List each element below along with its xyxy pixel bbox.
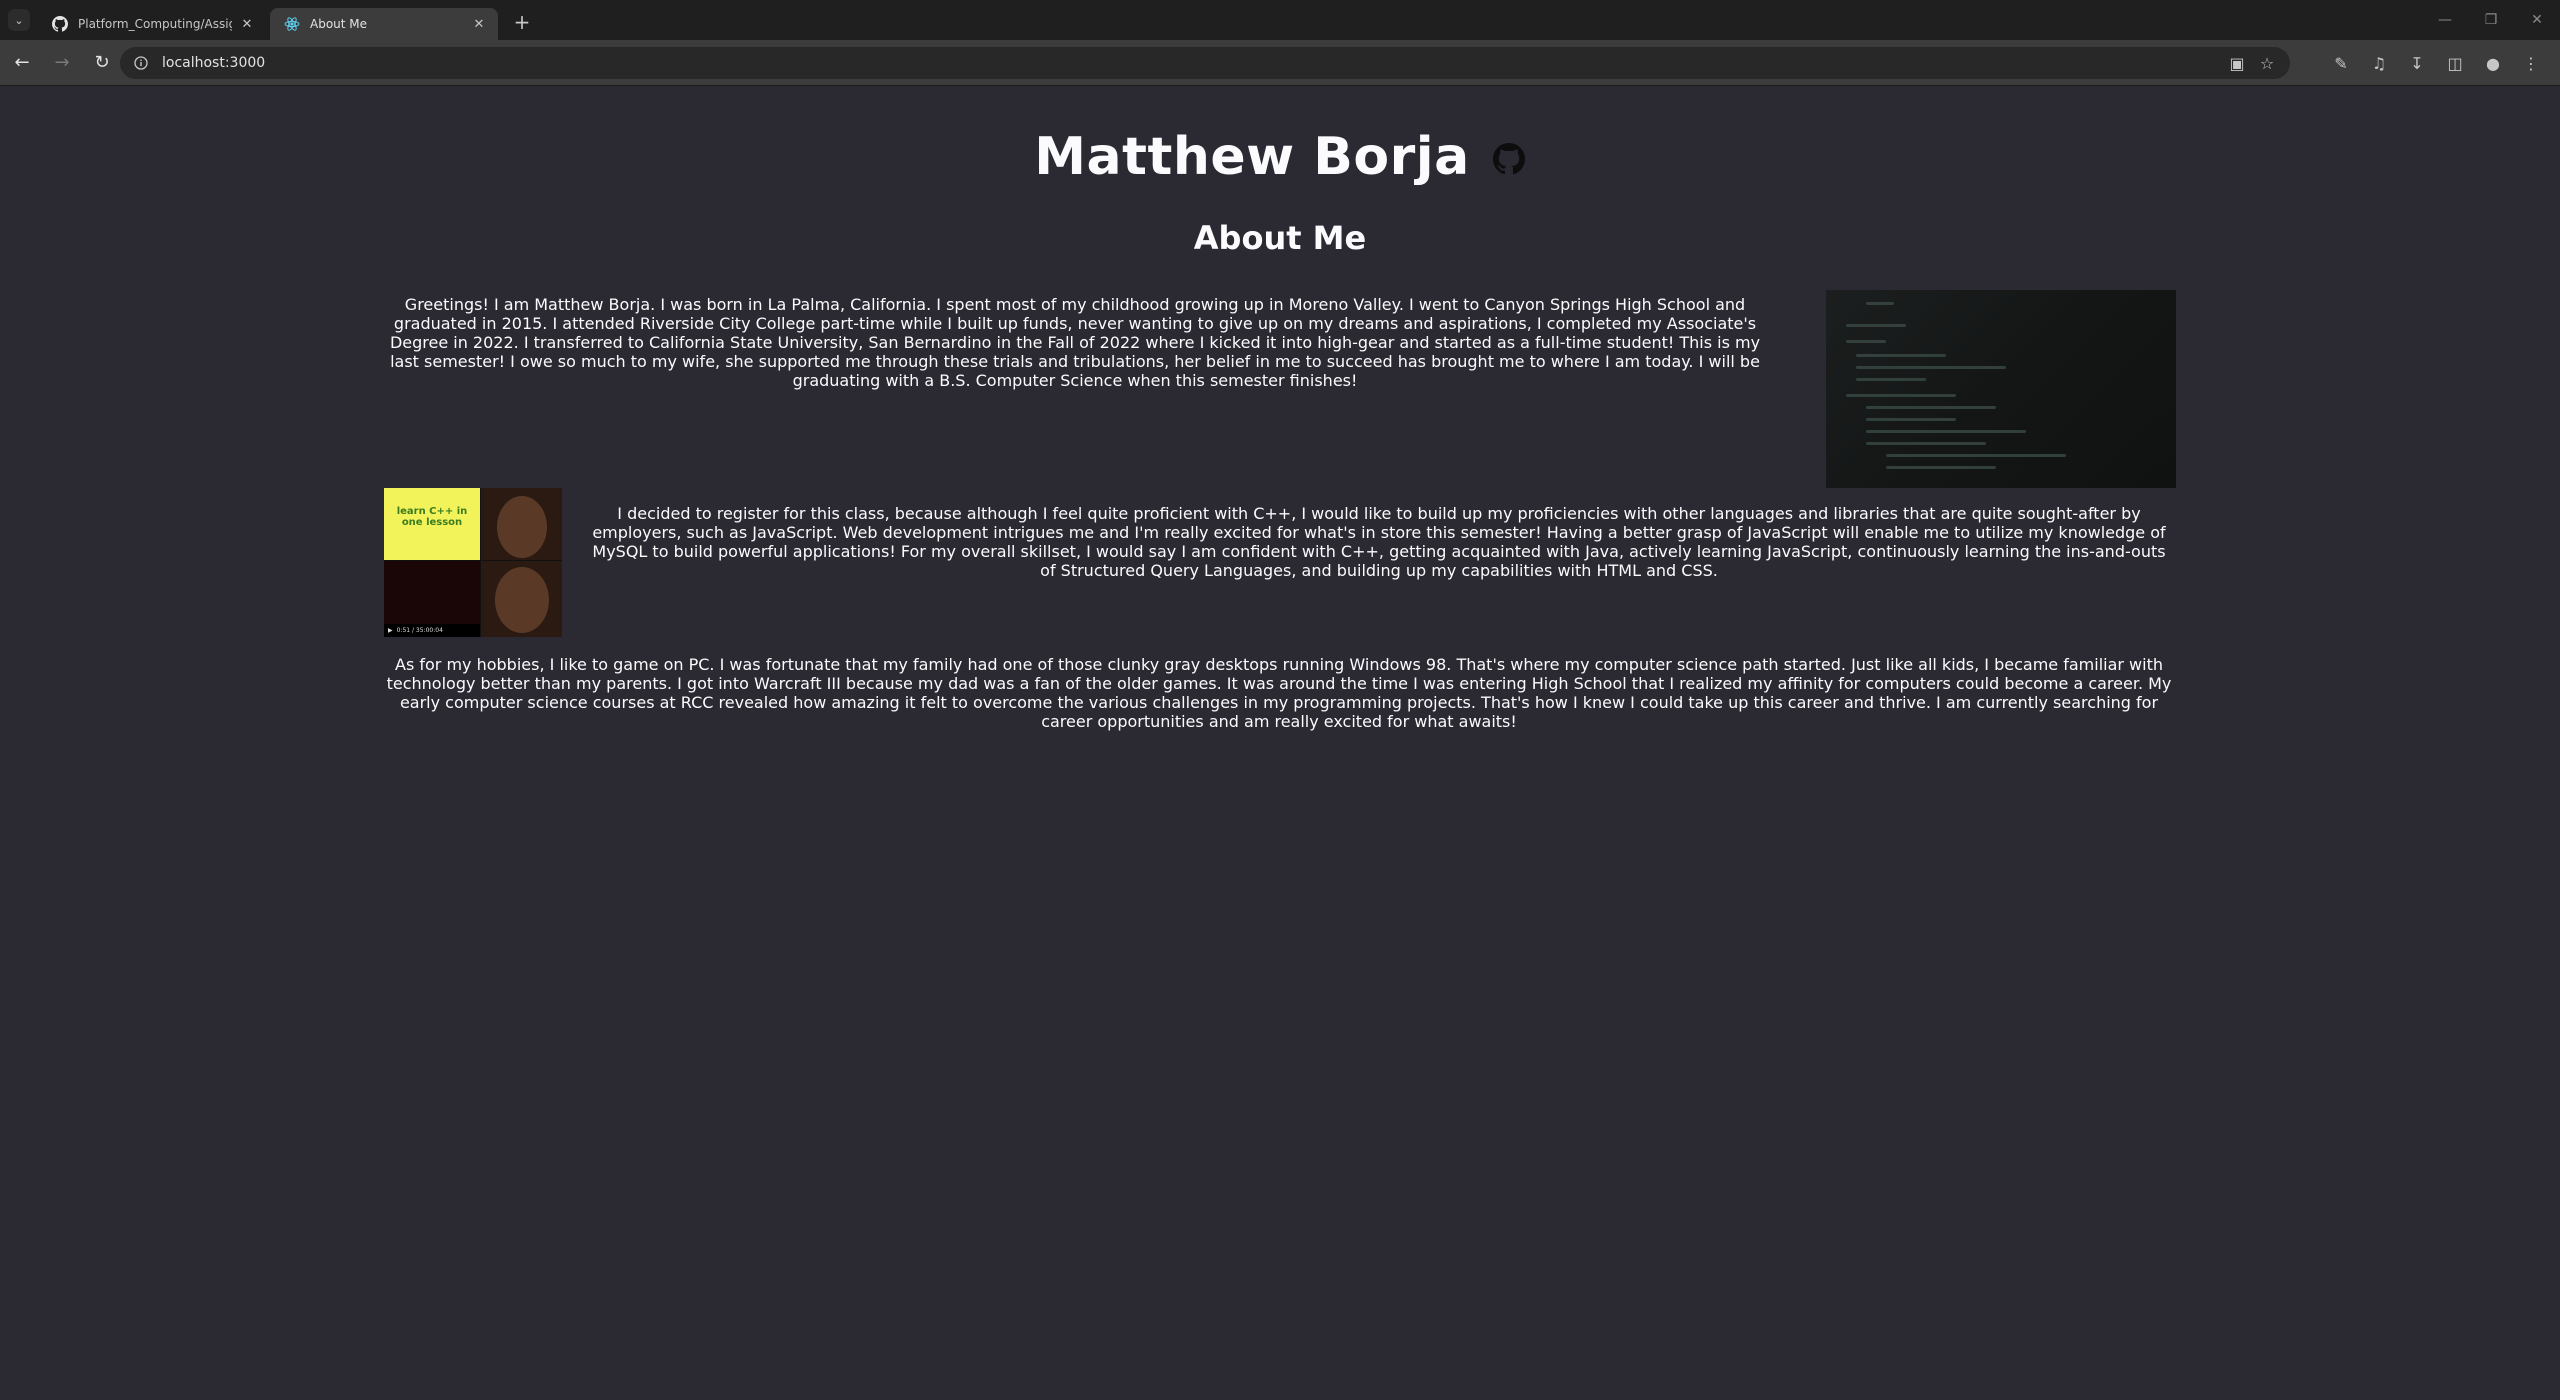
arrow-left-icon: ←	[14, 52, 30, 73]
plus-icon: +	[513, 10, 531, 34]
tab-title: Platform_Computing/Assignme	[78, 17, 232, 31]
omnibox-actions: ▣ ☆	[2222, 49, 2282, 77]
restore-icon[interactable]: ❐	[2468, 0, 2514, 40]
react-icon	[284, 16, 300, 32]
hobbies-paragraph: As for my hobbies, I like to game on PC.…	[386, 655, 2172, 731]
side-panel-icon[interactable]: ◫	[2436, 47, 2474, 79]
bookmark-star-icon[interactable]: ☆	[2252, 49, 2282, 77]
page-header: Matthew Borja	[0, 127, 2560, 187]
tab-github[interactable]: Platform_Computing/Assignme ✕	[38, 8, 266, 40]
forward-button[interactable]: →	[44, 45, 80, 81]
toolbar-actions: ✎ ♫ ↧ ◫ ● ⋮	[2322, 47, 2550, 79]
meme-panel	[481, 561, 562, 637]
chevron-down-icon: ⌄	[14, 13, 24, 27]
window-controls: — ❐ ✕	[2422, 0, 2560, 40]
reload-button[interactable]: ↻	[84, 45, 120, 81]
extensions-icon[interactable]: ✎	[2322, 47, 2360, 79]
bio-paragraph: Greetings! I am Matthew Borja. I was bor…	[389, 295, 1761, 390]
page-title: Matthew Borja	[1034, 127, 1470, 187]
tab-strip: ⌄ Platform_Computing/Assignme ✕ About Me…	[0, 0, 2560, 40]
close-icon[interactable]: ✕	[238, 15, 256, 33]
download-icon[interactable]: ↧	[2398, 47, 2436, 79]
install-app-icon[interactable]: ▣	[2222, 49, 2252, 77]
info-icon[interactable]	[132, 54, 150, 72]
page-content: Matthew Borja About Me Greetings! I am M…	[0, 87, 2560, 1400]
tab-about-me[interactable]: About Me ✕	[270, 8, 498, 40]
close-icon[interactable]: ✕	[470, 15, 488, 33]
browser-toolbar: ← → ↻ localhost:3000 ▣ ☆ ✎ ♫ ↧ ◫ ● ⋮	[0, 40, 2560, 86]
tab-title: About Me	[310, 17, 368, 31]
github-icon	[1492, 143, 1525, 175]
meme-caption: learn C++ in one lesson	[396, 506, 468, 528]
reload-icon: ↻	[94, 52, 110, 73]
back-button[interactable]: ←	[4, 45, 40, 81]
meme-image: learn C++ in one lesson ▶ 0:51 / 35:00:0…	[384, 488, 562, 637]
minimize-icon[interactable]: —	[2422, 0, 2468, 40]
url-text: localhost:3000	[162, 55, 266, 71]
meme-panel	[481, 488, 562, 560]
player-time: 0:51 / 35:00:04	[396, 627, 443, 634]
media-controls-icon[interactable]: ♫	[2360, 47, 2398, 79]
code-screen-image	[1826, 290, 2176, 488]
profile-icon[interactable]: ●	[2474, 47, 2512, 79]
close-window-icon[interactable]: ✕	[2514, 0, 2560, 40]
tab-search-button[interactable]: ⌄	[8, 9, 30, 31]
github-icon	[52, 16, 68, 32]
arrow-right-icon: →	[54, 52, 70, 73]
github-link[interactable]	[1492, 142, 1526, 176]
menu-kebab-icon[interactable]: ⋮	[2512, 47, 2550, 79]
video-player-bar: ▶ 0:51 / 35:00:04	[384, 624, 480, 637]
address-bar[interactable]: localhost:3000 ▣ ☆	[120, 47, 2290, 79]
play-icon: ▶	[388, 627, 393, 634]
new-tab-button[interactable]: +	[508, 8, 536, 36]
about-me-heading: About Me	[1193, 219, 1367, 257]
class-paragraph: I decided to register for this class, be…	[592, 504, 2166, 580]
